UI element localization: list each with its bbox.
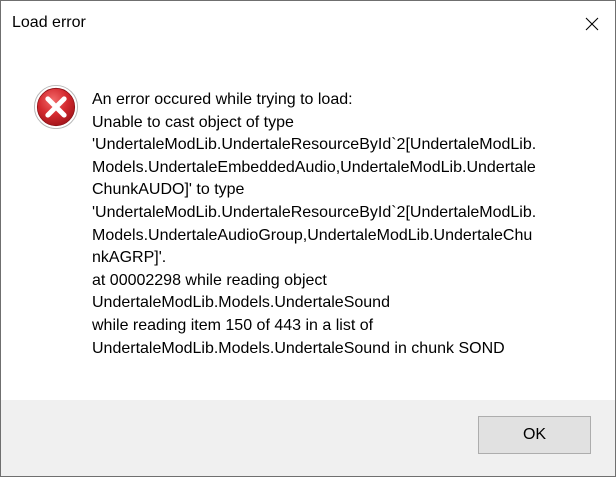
ok-button[interactable]: OK <box>478 416 591 454</box>
error-icon <box>33 84 79 130</box>
error-message: An error occured while trying to load: Un… <box>92 89 582 360</box>
message-line: while reading item 150 of 443 in a list … <box>92 316 374 334</box>
close-icon <box>585 17 599 31</box>
message-line: Models.UndertaleAudioGroup,UndertaleModL… <box>92 226 533 244</box>
message-line: Unable to cast object of type <box>92 113 294 131</box>
message-line: UndertaleModLib.Models.UndertaleSound <box>92 294 390 312</box>
message-line: Models.UndertaleEmbeddedAudio,UndertaleM… <box>92 158 536 176</box>
message-line: An error occured while trying to load: <box>92 91 353 108</box>
dialog-footer: OK <box>1 400 615 476</box>
dialog-content: An error occured while trying to load: Un… <box>1 47 615 400</box>
title-bar: Load error <box>1 1 615 47</box>
load-error-dialog: Load error An error occured while trying… <box>0 0 616 477</box>
message-line: 'UndertaleModLib.UndertaleResourceById`2… <box>92 203 537 221</box>
window-title: Load error <box>12 14 86 31</box>
message-line: UndertaleModLib.Models.UndertaleSound in… <box>92 339 505 357</box>
message-line: at 00002298 while reading object <box>92 271 327 289</box>
message-line: ChunkAUDO]' to type <box>92 181 245 199</box>
message-line: 'UndertaleModLib.UndertaleResourceById`2… <box>92 136 537 154</box>
message-line: nkAGRP]'. <box>92 249 167 267</box>
close-button[interactable] <box>569 1 615 47</box>
